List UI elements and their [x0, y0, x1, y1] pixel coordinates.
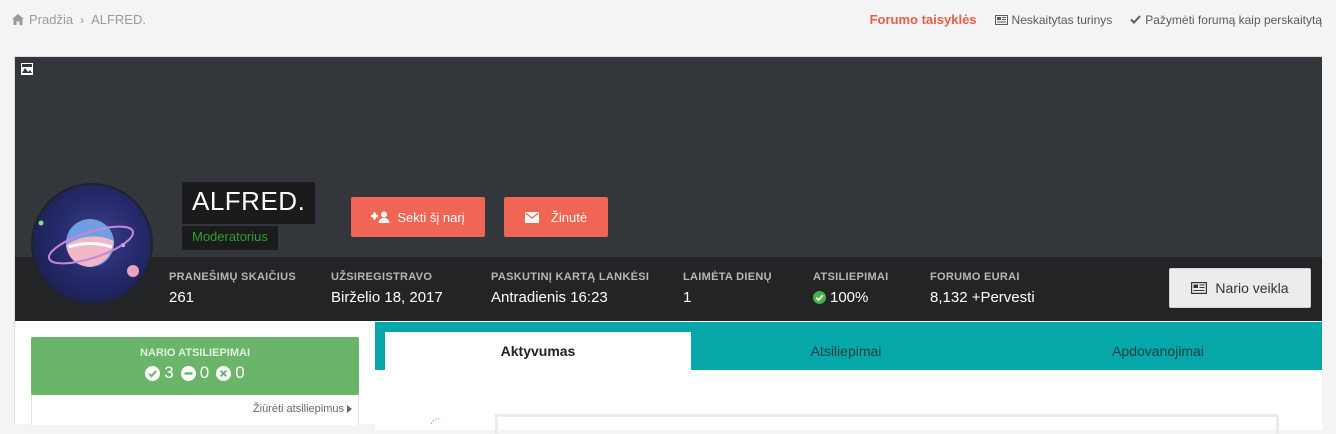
- feedback-title: NARIO ATSILIEPIMAI: [140, 347, 250, 359]
- top-links: Forumo taisyklės Neskaitytas turinys Paž…: [870, 12, 1322, 27]
- breadcrumb: Pradžia › ALFRED.: [12, 12, 146, 27]
- tab-content: [375, 370, 1322, 434]
- stat-label: PASKUTINĮ KARTĄ LANKĖSI: [491, 271, 650, 283]
- stat-last-visit: PASKUTINĮ KARTĄ LANKĖSI Antradienis 16:2…: [491, 271, 649, 306]
- tab-feedback[interactable]: Atsiliepimai: [691, 332, 1001, 370]
- tab-activity[interactable]: Aktyvumas: [385, 332, 691, 370]
- stat-feedback: ATSILIEPIMAI 100%: [813, 271, 889, 306]
- breadcrumb-home-link[interactable]: Pradžia: [29, 12, 73, 27]
- breadcrumb-current: ALFRED.: [91, 12, 146, 27]
- caret-right-icon: [347, 405, 352, 413]
- loading-spinner-icon: [429, 416, 443, 426]
- profile-role: Moderatorius: [192, 229, 268, 244]
- profile-header: ALFRED. Moderatorius Sekti šį narį Žinut…: [14, 56, 1322, 434]
- feedback-panel: NARIO ATSILIEPIMAI 3 0 0 Žiūrėti atsilie…: [31, 337, 359, 427]
- member-activity-button[interactable]: Nario veikla: [1169, 268, 1311, 308]
- positive-icon: [145, 365, 161, 381]
- message-label: Žinutė: [550, 209, 588, 225]
- negative-count: 0: [235, 363, 245, 382]
- forum-rules-link[interactable]: Forumo taisyklės: [870, 12, 977, 27]
- stat-forum-euros: FORUMO EURAI 8,132 +Pervesti: [930, 271, 1035, 306]
- unread-content-link[interactable]: Neskaitytas turinys: [994, 12, 1113, 27]
- feedback-counts: 3 0 0: [31, 363, 359, 383]
- follow-member-label: Sekti šį narį: [397, 209, 465, 225]
- check-icon: [1130, 15, 1141, 24]
- newspaper-icon: [994, 14, 1008, 25]
- broken-image-icon: [20, 62, 34, 76]
- top-bar: Pradžia › ALFRED. Forumo taisyklės Neska…: [0, 0, 1336, 40]
- stat-label: LAIMĖTA DIENŲ: [683, 271, 772, 283]
- member-activity-label: Nario veikla: [1215, 280, 1289, 296]
- stat-label: UŽSIREGISTRAVO: [331, 271, 433, 283]
- profile-tabs: Aktyvumas Atsiliepimai Apdovanojimai: [375, 322, 1322, 370]
- stat-value: 100%: [813, 289, 889, 306]
- profile-name-box: ALFRED.: [182, 182, 316, 224]
- stat-label: FORUMO EURAI: [930, 271, 1020, 283]
- message-button[interactable]: Žinutė: [504, 197, 608, 237]
- profile-name: ALFRED.: [192, 186, 306, 216]
- stat-registered: UŽSIREGISTRAVO Birželio 18, 2017: [331, 271, 443, 306]
- follow-member-button[interactable]: Sekti šį narį: [351, 197, 485, 237]
- chevron-right-icon: ›: [80, 12, 85, 27]
- mark-forum-read-label: Pažymėti forumą kaip perskaitytą: [1145, 12, 1322, 27]
- positive-count: 3: [164, 363, 174, 382]
- tab-awards[interactable]: Apdovanojimai: [1001, 332, 1315, 370]
- check-circle-icon: [813, 291, 826, 304]
- view-feedback-link[interactable]: Žiūrėti atsiliepimus: [253, 403, 352, 415]
- stat-value: Antradienis 16:23: [491, 289, 608, 306]
- unread-content-label: Neskaitytas turinys: [1011, 12, 1113, 27]
- stat-value[interactable]: 8,132 +Pervesti: [930, 289, 1035, 306]
- stat-days-won: LAIMĖTA DIENŲ 1: [683, 271, 772, 306]
- negative-icon: [216, 365, 232, 381]
- neutral-icon: [180, 365, 196, 381]
- avatar[interactable]: [31, 183, 153, 305]
- stat-label: ATSILIEPIMAI: [813, 271, 889, 283]
- stat-label: PRANEŠIMŲ SKAIČIUS: [169, 271, 297, 283]
- stat-value: 1: [683, 289, 692, 306]
- neutral-count: 0: [199, 363, 210, 382]
- stats-bar: PRANEŠIMŲ SKAIČIUS 261 UŽSIREGISTRAVO Bi…: [15, 257, 1322, 321]
- content-box: [495, 414, 1279, 434]
- feedback-link-row: Žiūrėti atsiliepimus: [31, 395, 359, 425]
- user-plus-icon: [371, 211, 391, 223]
- newspaper-icon: [1191, 282, 1208, 294]
- envelope-icon: [524, 211, 539, 223]
- home-icon[interactable]: [12, 14, 24, 25]
- stat-posts: PRANEŠIMŲ SKAIČIUS 261: [169, 271, 296, 306]
- stat-value: Birželio 18, 2017: [331, 289, 443, 306]
- mark-forum-read-link[interactable]: Pažymėti forumą kaip perskaitytą: [1130, 13, 1322, 27]
- stat-value: 261: [169, 289, 195, 306]
- member-feedback-box: NARIO ATSILIEPIMAI 3 0 0: [31, 337, 359, 395]
- profile-role-box: Moderatorius: [182, 226, 278, 250]
